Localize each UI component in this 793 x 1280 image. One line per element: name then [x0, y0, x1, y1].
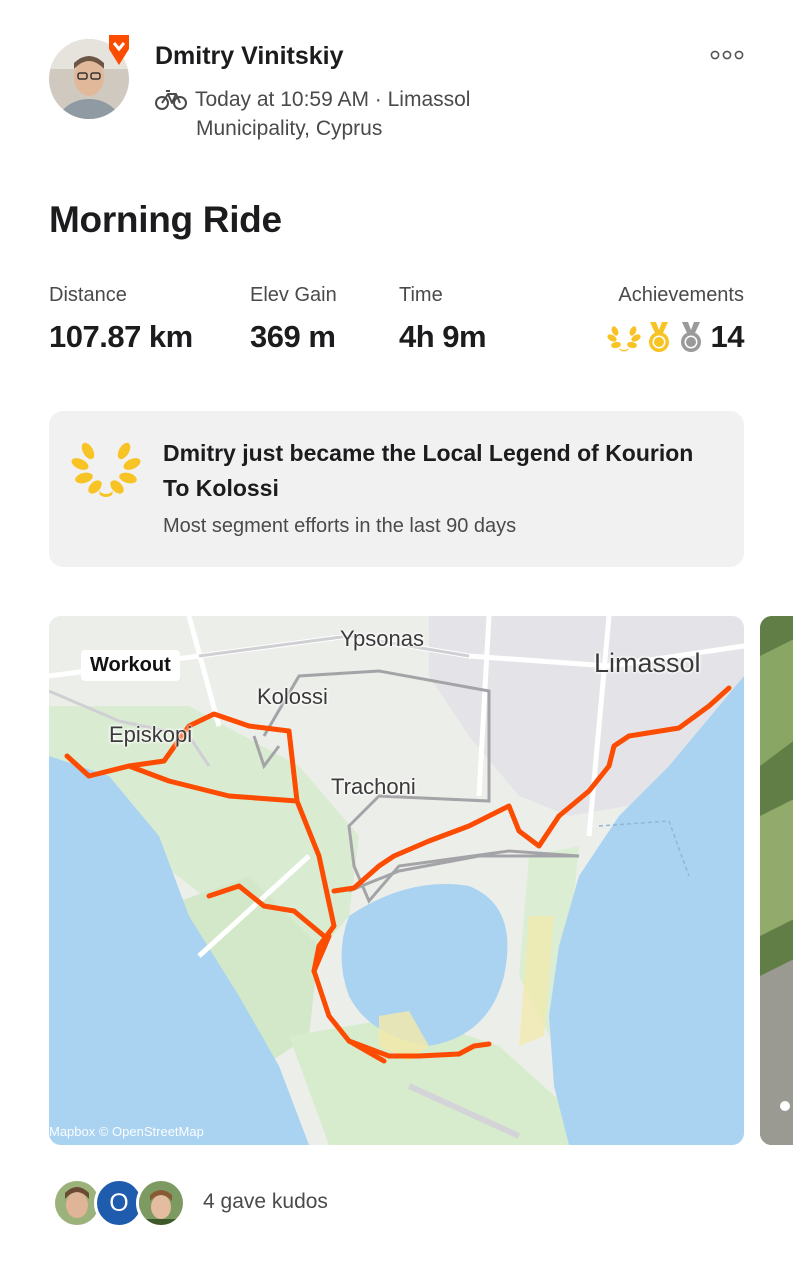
activity-meta: Today at 10:59 AM · Limassol Municipalit… [155, 85, 575, 143]
stat-label: Achievements [618, 284, 744, 306]
stat-time: Time 4h 9m [399, 284, 487, 355]
stat-label: Elev Gain [250, 284, 337, 306]
map-label-limassol: Limassol [594, 648, 701, 678]
stat-value: 369 m [250, 319, 336, 354]
bike-icon [155, 90, 187, 110]
timestamp-location: Today at 10:59 AM · Limassol [195, 88, 471, 111]
route-map[interactable]: Workout Ypsonas Limassol Kolossi Episkop… [49, 616, 744, 1145]
athlete-name[interactable]: Dmitry Vinitskiy [155, 42, 344, 71]
map-label-kolossi: Kolossi [257, 684, 328, 709]
stat-label: Distance [49, 284, 127, 306]
athlete-avatar[interactable] [49, 35, 131, 121]
stat-elev-gain: Elev Gain 369 m [250, 284, 337, 355]
local-legend-subtitle: Most segment efforts in the last 90 days [163, 515, 517, 537]
silver-medal-icon [680, 322, 701, 352]
map-label-trachoni: Trachoni [331, 774, 416, 799]
map-basemap [49, 616, 744, 1145]
stat-value: 107.87 km [49, 319, 193, 354]
kudos-avatars[interactable]: O [52, 1178, 192, 1228]
local-legend-card[interactable]: Dmitry just became the Local Legend of K… [49, 411, 744, 567]
local-legend-laurel-icon [606, 326, 641, 352]
kudos-count[interactable]: 4 gave kudos [203, 1190, 328, 1214]
subscriber-badge-icon [109, 35, 129, 65]
activity-photo-thumbnail[interactable] [760, 616, 793, 1145]
stat-achievements[interactable]: Achievements 14 [606, 284, 745, 355]
map-label-ypsonas: Ypsonas [340, 626, 424, 651]
gold-medal-icon [648, 322, 669, 352]
kudos-avatar [136, 1178, 186, 1228]
achievements-count: 14 [710, 319, 745, 354]
stat-value: 4h 9m [399, 319, 487, 354]
ellipsis-icon [710, 50, 744, 60]
laurel-icon [71, 442, 141, 497]
stat-distance: Distance 107.87 km [49, 284, 193, 355]
map-label-episkopi: Episkopi [109, 722, 193, 747]
local-legend-headline: Dmitry just became the Local Legend of K… [163, 440, 694, 501]
more-options-button[interactable] [705, 40, 749, 70]
map-attribution[interactable]: Mapbox © OpenStreetMap [49, 1124, 204, 1139]
stat-label: Time [399, 284, 443, 306]
location-line-2: Municipality, Cyprus [196, 117, 383, 140]
workout-tag: Workout [81, 650, 180, 681]
activity-title[interactable]: Morning Ride [49, 199, 282, 241]
